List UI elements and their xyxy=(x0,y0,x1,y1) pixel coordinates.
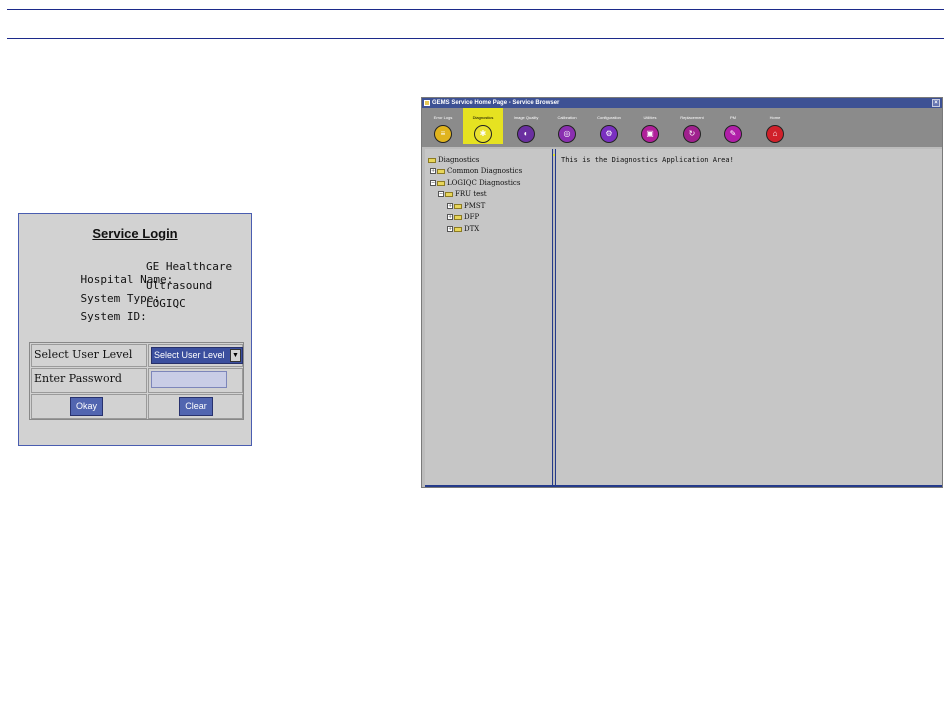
system-id-label: System ID: xyxy=(80,310,147,323)
tab-label: Utilities xyxy=(643,115,657,120)
service-browser-window: GEMS Service Home Page - Service Browser… xyxy=(421,97,943,488)
tab-configuration[interactable]: Configuration ⚙ xyxy=(589,108,629,144)
tree-item-label: Diagnostics xyxy=(438,156,480,164)
window-titlebar: GEMS Service Home Page - Service Browser… xyxy=(422,98,942,108)
dropdown-arrow-icon[interactable]: ▼ xyxy=(230,349,241,362)
password-label: Enter Password xyxy=(34,372,122,385)
folder-icon xyxy=(454,226,462,232)
folder-icon xyxy=(454,214,462,220)
window-title: GEMS Service Home Page - Service Browser xyxy=(432,100,560,106)
okay-button-cell: Okay xyxy=(31,394,147,419)
tree-item-label: DFP xyxy=(464,213,480,221)
okay-button[interactable]: Okay xyxy=(70,397,103,416)
tree-item-dtx[interactable]: + DTX xyxy=(447,224,479,234)
tab-label: Calibration xyxy=(557,115,577,120)
clear-button[interactable]: Clear xyxy=(179,397,213,416)
collapse-icon[interactable]: − xyxy=(430,180,436,186)
window-bottom-border xyxy=(425,485,942,487)
password-input[interactable] xyxy=(151,371,227,388)
login-form: Select User Level Select User Level ▼ En… xyxy=(29,342,244,420)
folder-icon xyxy=(445,191,453,197)
collapse-icon[interactable]: − xyxy=(438,191,444,197)
folder-icon xyxy=(428,157,436,163)
home-icon: ⌂ xyxy=(766,125,784,143)
folder-icon xyxy=(437,168,445,174)
user-level-label-cell: Select User Level xyxy=(31,344,147,367)
expand-icon[interactable]: + xyxy=(430,168,436,174)
system-type-value: Ultrasound xyxy=(146,279,213,292)
tree-item-fru-test[interactable]: − FRU test xyxy=(438,189,487,199)
tab-label: PM xyxy=(730,115,736,120)
service-toolbar: Error Logs ≡ Diagnostics ✱ Image Quality… xyxy=(422,108,942,156)
tree-item-logiqc-diagnostics[interactable]: − LOGIQC Diagnostics xyxy=(430,178,520,188)
tab-label: Configuration xyxy=(597,115,621,120)
replacement-icon: ↻ xyxy=(683,125,701,143)
tab-label: Error Logs xyxy=(433,115,453,120)
tree-item-common-diagnostics[interactable]: + Common Diagnostics xyxy=(430,166,522,176)
system-id-value: LOGIQC xyxy=(146,297,186,310)
tab-calibration[interactable]: Calibration ◎ xyxy=(547,108,587,144)
diagnostics-tree: Diagnostics + Common Diagnostics − LOGIQC … xyxy=(425,149,553,487)
user-level-select[interactable]: Select User Level ▼ xyxy=(151,347,243,364)
utilities-icon: ▣ xyxy=(641,125,659,143)
tree-item-diagnostics[interactable]: Diagnostics xyxy=(428,155,479,165)
window-app-icon xyxy=(424,100,430,106)
tab-label: Home xyxy=(769,115,781,120)
tree-item-label: LOGIQC Diagnostics xyxy=(447,179,521,187)
tab-utilities[interactable]: Utilities ▣ xyxy=(630,108,670,144)
tree-item-pmst[interactable]: + PMST xyxy=(447,201,485,211)
list-icon: ≡ xyxy=(434,125,452,143)
folder-icon xyxy=(437,180,445,186)
password-input-cell xyxy=(148,368,243,393)
tab-replacement[interactable]: Replacement ↻ xyxy=(672,108,712,144)
tree-item-label: FRU test xyxy=(455,190,487,198)
pm-icon: ✎ xyxy=(724,125,742,143)
tab-label: Diagnostics xyxy=(472,115,494,120)
header-rule xyxy=(7,38,944,39)
tab-label: Image Quality xyxy=(513,115,539,120)
tab-image-quality[interactable]: Image Quality ◐ xyxy=(506,108,546,144)
password-label-cell: Enter Password xyxy=(31,368,147,393)
expand-icon[interactable]: + xyxy=(447,214,453,220)
configuration-icon: ⚙ xyxy=(600,125,618,143)
image-quality-icon: ◐ xyxy=(517,125,535,143)
top-rule xyxy=(7,9,944,10)
folder-icon xyxy=(454,203,462,209)
application-area-message: This is the Diagnostics Application Area… xyxy=(561,156,734,164)
user-level-label: Select User Level xyxy=(34,348,133,361)
close-icon[interactable]: × xyxy=(932,99,940,107)
clear-button-cell: Clear xyxy=(148,394,243,419)
application-area: This is the Diagnostics Application Area… xyxy=(555,149,942,487)
tree-item-label: Common Diagnostics xyxy=(447,167,523,175)
tree-item-dfp[interactable]: + DFP xyxy=(447,212,479,222)
calibration-icon: ◎ xyxy=(558,125,576,143)
hospital-name-value: GE Healthcare xyxy=(146,260,233,273)
tab-error-logs[interactable]: Error Logs ≡ xyxy=(423,108,463,144)
expand-icon[interactable]: + xyxy=(447,226,453,232)
tab-pm[interactable]: PM ✎ xyxy=(713,108,753,144)
service-login-panel: Service Login Hospital Name: GE Healthca… xyxy=(18,213,252,446)
tab-home[interactable]: Home ⌂ xyxy=(755,108,795,144)
expand-icon[interactable]: + xyxy=(447,203,453,209)
login-title: Service Login xyxy=(92,226,178,241)
tab-diagnostics[interactable]: Diagnostics ✱ xyxy=(463,108,503,144)
user-level-select-cell: Select User Level ▼ xyxy=(148,344,243,367)
tree-item-label: DTX xyxy=(464,225,480,233)
tree-item-label: PMST xyxy=(464,202,486,210)
diagnostics-icon: ✱ xyxy=(474,125,492,143)
tab-label: Replacement xyxy=(680,115,704,120)
user-level-selected-value: Select User Level xyxy=(154,350,225,360)
